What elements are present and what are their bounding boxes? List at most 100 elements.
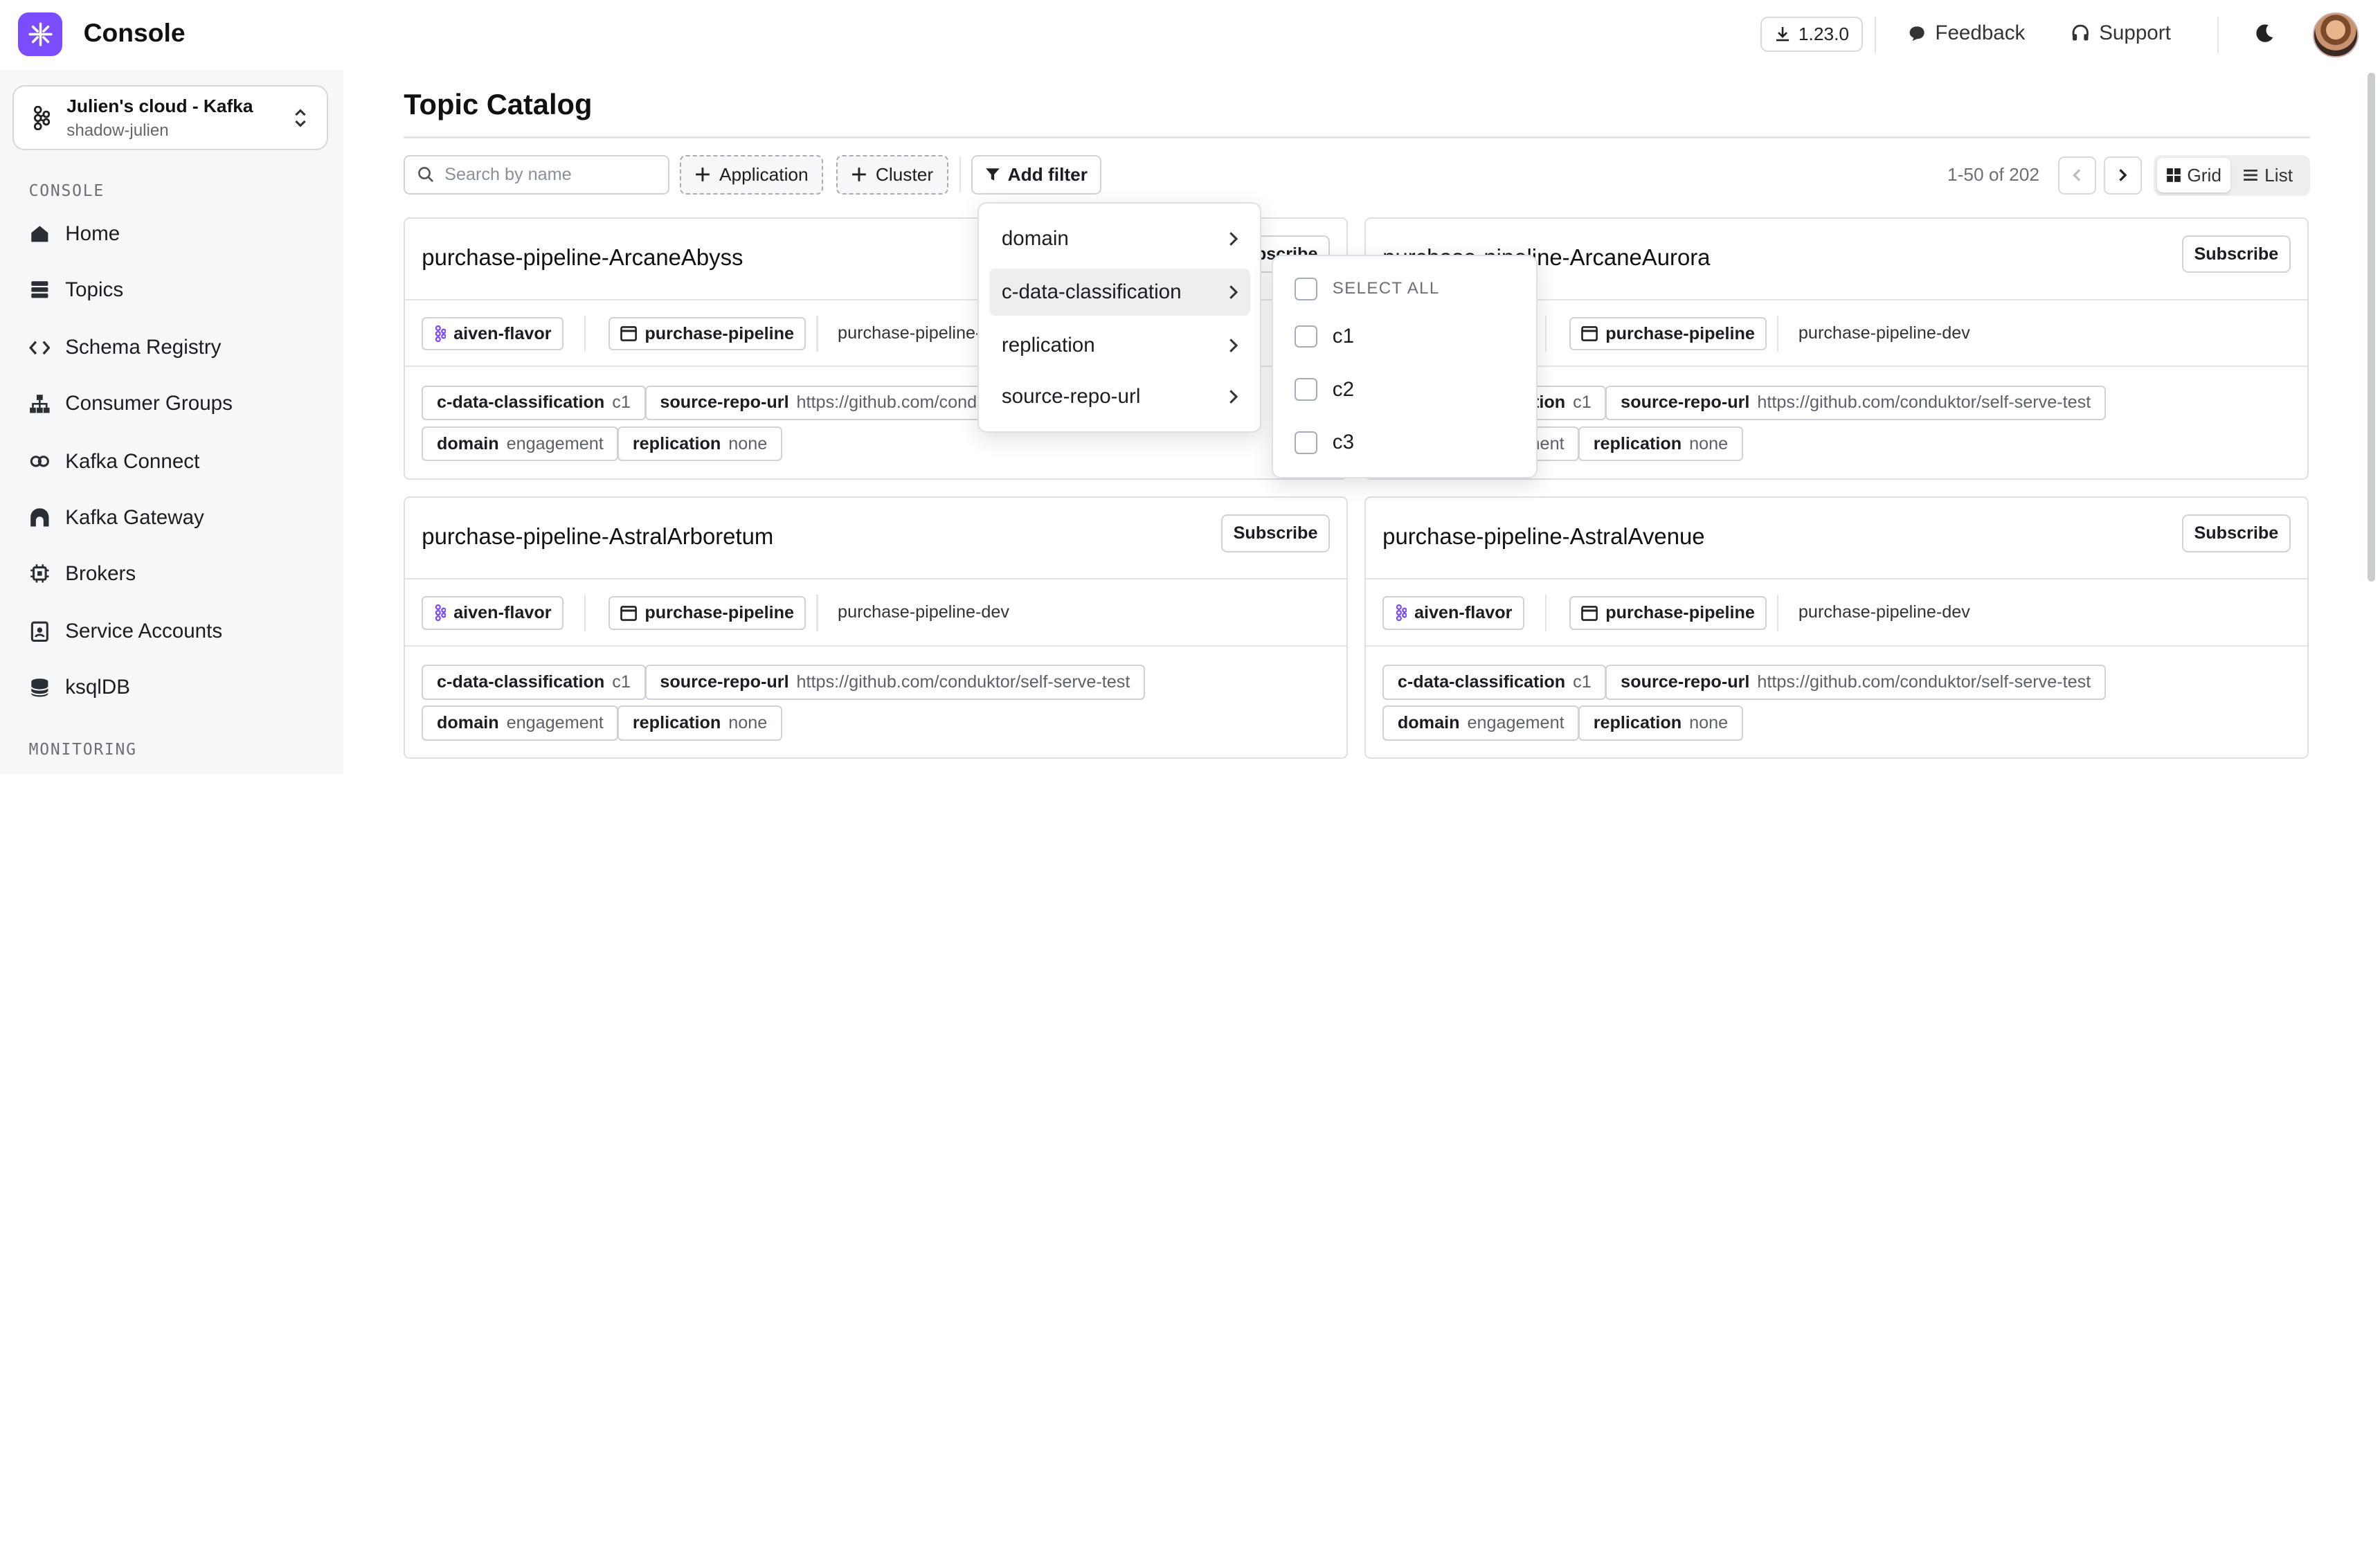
tag-value: https://github.com/conduktor/self-serve-… — [796, 672, 1130, 692]
filter-menu-item-source-repo-url[interactable]: source-repo-url — [989, 373, 1250, 420]
topic-title[interactable]: purchase-pipeline-AstralAvenue — [1382, 523, 1704, 550]
sidebar-item-label: Schema Registry — [65, 336, 222, 359]
tag-value: c1 — [1573, 672, 1592, 692]
version-button[interactable]: 1.23.0 — [1760, 17, 1863, 52]
divider — [405, 645, 1346, 647]
plus-icon — [851, 168, 866, 181]
topic-card[interactable]: purchase-pipeline-AstralAvenue Subscribe… — [1364, 496, 2309, 759]
application-filter-label: Application — [719, 163, 809, 185]
subscribe-button[interactable]: Subscribe — [2182, 514, 2291, 552]
label-tag: source-repo-url https://github.com/conduk… — [644, 665, 1146, 700]
cluster-filter-button[interactable]: Cluster — [836, 154, 948, 195]
divider — [1544, 315, 1547, 352]
sidebar-item-ksqldb[interactable]: ksqlDB — [29, 672, 130, 703]
filter-menu-item-c-data-classification[interactable]: c-data-classification — [989, 268, 1251, 316]
topic-title[interactable]: purchase-pipeline-AstralArboretum — [422, 523, 773, 550]
select-all-option[interactable]: SELECT ALL — [1295, 278, 1440, 300]
connect-icon — [30, 456, 49, 467]
divider — [584, 595, 586, 631]
application-filter-button[interactable]: Application — [680, 154, 824, 195]
label-tag: domain engagement — [1382, 705, 1580, 741]
kafka-icon — [435, 604, 447, 622]
application-badge[interactable]: purchase-pipeline — [608, 317, 806, 351]
application-badge[interactable]: purchase-pipeline — [1569, 317, 1767, 351]
console-logo-icon[interactable] — [18, 12, 62, 57]
cluster-badge[interactable]: aiven-flavor — [422, 317, 564, 351]
grid-view-button[interactable]: Grid — [2156, 157, 2231, 193]
select-all-checkbox[interactable] — [1295, 278, 1317, 300]
application-badge-label: purchase-pipeline — [1605, 323, 1755, 343]
sidebar-item-service-accounts[interactable]: Service Accounts — [29, 616, 222, 647]
divider — [816, 595, 818, 631]
previous-page-button[interactable] — [2058, 156, 2096, 195]
tag-key: c-data-classification — [437, 393, 605, 413]
chevron-right-icon — [1229, 285, 1238, 299]
cluster-selector[interactable]: Julien's cloud - Kafka shadow-julien — [12, 84, 328, 151]
cluster-badge-label: aiven-flavor — [453, 323, 552, 343]
option-label: c1 — [1332, 324, 1355, 348]
grid-icon — [2166, 168, 2181, 183]
option-c1[interactable]: c1 — [1295, 325, 1354, 348]
topic-card[interactable]: purchase-pipeline-AstralArboretum Subscr… — [404, 496, 1348, 759]
tag-value: none — [1689, 712, 1729, 732]
page-title: Topic Catalog — [404, 88, 593, 121]
select-all-label: SELECT ALL — [1332, 279, 1440, 298]
scrollbar[interactable] — [2368, 73, 2376, 582]
sidebar-item-kafka-connect[interactable]: Kafka Connect — [29, 447, 199, 477]
cluster-badge[interactable]: aiven-flavor — [422, 596, 564, 630]
option-checkbox[interactable] — [1295, 431, 1317, 454]
filter-menu-item-label: c-data-classification — [1001, 280, 1182, 303]
user-avatar[interactable] — [2313, 12, 2359, 58]
filter-menu-item-replication[interactable]: replication — [989, 322, 1250, 369]
option-c3[interactable]: c3 — [1295, 431, 1354, 454]
topic-title[interactable]: purchase-pipeline-ArcaneAbyss — [422, 244, 743, 271]
sidebar-item-consumer-groups[interactable]: Consumer Groups — [29, 388, 233, 419]
cluster-badge[interactable]: aiven-flavor — [1382, 596, 1524, 630]
label-tag: replication none — [1578, 705, 1743, 741]
sidebar-item-topics[interactable]: Topics — [29, 275, 123, 305]
code-icon — [28, 341, 51, 354]
grid-view-label: Grid — [2187, 164, 2222, 186]
label-tag: source-repo-url https://github.com/conduk… — [1605, 665, 2106, 700]
label-tag: domain engagement — [422, 426, 619, 462]
tag-value: none — [1689, 433, 1729, 453]
add-filter-button[interactable]: Add filter — [971, 154, 1101, 195]
application-badge-label: purchase-pipeline — [644, 603, 795, 623]
tag-value: engagement — [506, 712, 604, 732]
theme-toggle-button[interactable] — [2254, 23, 2278, 47]
kafka-icon — [435, 325, 447, 343]
filter-menu-item-domain[interactable]: domain — [989, 215, 1250, 262]
divider — [405, 578, 1346, 580]
next-page-button[interactable] — [2103, 156, 2142, 195]
environment-label: purchase-pipeline-dev — [838, 602, 1010, 622]
sidebar-item-schema-registry[interactable]: Schema Registry — [28, 332, 222, 363]
divider — [816, 315, 818, 352]
tag-value: none — [728, 433, 768, 453]
search-input[interactable] — [444, 164, 658, 185]
option-c2[interactable]: c2 — [1295, 378, 1354, 402]
support-link[interactable]: Support — [2071, 21, 2171, 45]
tag-key: domain — [437, 712, 499, 732]
option-checkbox[interactable] — [1295, 325, 1317, 348]
sidebar-item-label: Consumer Groups — [65, 392, 233, 415]
sidebar-item-brokers[interactable]: Brokers — [29, 559, 136, 589]
tag-key: source-repo-url — [660, 393, 789, 413]
list-icon — [2244, 170, 2258, 181]
support-label: Support — [2099, 21, 2171, 44]
application-badge[interactable]: purchase-pipeline — [1569, 596, 1767, 630]
tag-value: https://github.com/conduktor/self-serve-… — [1757, 672, 2091, 692]
application-badge-label: purchase-pipeline — [1605, 603, 1755, 623]
subscribe-button[interactable]: Subscribe — [2182, 235, 2291, 273]
tag-key: source-repo-url — [660, 672, 789, 692]
environment-label: purchase-pipeline-dev — [1798, 323, 1970, 343]
sidebar-item-kafka-gateway[interactable]: Kafka Gateway — [29, 503, 204, 533]
chevron-right-icon — [1229, 232, 1238, 246]
application-badge[interactable]: purchase-pipeline — [608, 596, 806, 630]
search-box[interactable] — [404, 154, 669, 195]
option-checkbox[interactable] — [1295, 378, 1317, 402]
subscribe-button[interactable]: Subscribe — [1221, 514, 1330, 552]
filter-menu: domain c-data-classification replication… — [977, 201, 1261, 433]
list-view-button[interactable]: List — [2234, 158, 2302, 192]
feedback-link[interactable]: Feedback — [1908, 21, 2025, 45]
sidebar-item-home[interactable]: Home — [29, 219, 120, 249]
